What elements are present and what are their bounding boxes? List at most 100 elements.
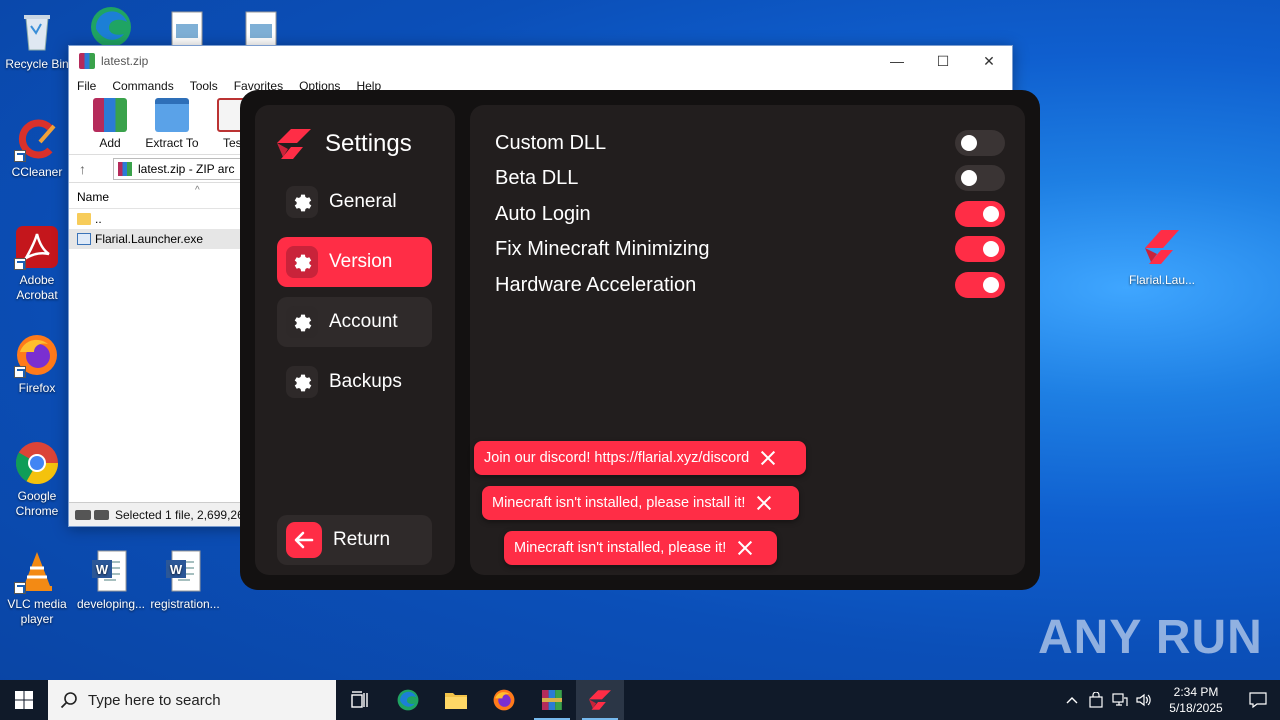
file-name: .. bbox=[95, 212, 102, 226]
extract-to-button[interactable]: Extract To bbox=[145, 98, 199, 150]
sidebar-item-version[interactable]: Version bbox=[277, 237, 432, 287]
sidebar-item-backups[interactable]: Backups bbox=[277, 357, 432, 407]
close-icon[interactable]: ✕ bbox=[966, 46, 1012, 76]
window-title: latest.zip bbox=[101, 54, 149, 68]
close-icon[interactable] bbox=[759, 449, 777, 467]
sort-caret-icon: ^ bbox=[195, 185, 200, 196]
drive-icon bbox=[75, 509, 109, 520]
taskbar: Type here to search 2:34 PM 5/18/2025 bbox=[0, 680, 1280, 720]
desktop-icon-recycle-bin[interactable]: Recycle Bin bbox=[0, 8, 74, 72]
toast-notification: Join our discord! https://flarial.xyz/di… bbox=[474, 441, 806, 475]
taskbar-search-box[interactable]: Type here to search bbox=[48, 680, 336, 720]
gear-icon bbox=[286, 306, 318, 338]
flarial-launcher-window: Settings General Version Account Backups… bbox=[240, 90, 1040, 590]
toast-notification: Minecraft isn't installed, please it! bbox=[504, 531, 777, 565]
edge-icon bbox=[88, 4, 134, 50]
winrar-app-icon bbox=[79, 53, 95, 69]
arrow-left-icon bbox=[286, 522, 322, 558]
sidebar-item-general[interactable]: General bbox=[277, 177, 432, 227]
hardware-acceleration-toggle[interactable] bbox=[955, 272, 1005, 298]
desktop-icon-word-doc-1[interactable]: W developing... bbox=[74, 548, 148, 612]
taskbar-firefox[interactable] bbox=[480, 680, 528, 720]
gear-icon bbox=[286, 366, 318, 398]
start-button[interactable] bbox=[0, 680, 48, 720]
vlc-icon bbox=[14, 548, 60, 594]
return-label: Return bbox=[333, 529, 391, 550]
folder-icon bbox=[77, 213, 91, 225]
notification-icon[interactable] bbox=[1236, 692, 1280, 708]
winrar-titlebar[interactable]: latest.zip — ☐ ✕ bbox=[69, 46, 1012, 76]
auto-login-toggle[interactable] bbox=[955, 201, 1005, 227]
sidebar: Settings General Version Account Backups… bbox=[255, 105, 455, 575]
minimize-icon[interactable]: — bbox=[874, 46, 920, 76]
desktop-icon-label: Recycle Bin bbox=[5, 57, 69, 71]
ccleaner-icon bbox=[14, 116, 60, 162]
sidebar-item-label: Backups bbox=[329, 371, 402, 392]
sidebar-item-account[interactable]: Account bbox=[277, 297, 432, 347]
flarial-logo-icon bbox=[589, 690, 611, 710]
maximize-icon[interactable]: ☐ bbox=[920, 46, 966, 76]
close-icon[interactable] bbox=[755, 494, 773, 512]
custom-dll-toggle[interactable] bbox=[955, 130, 1005, 156]
network-icon[interactable] bbox=[1108, 693, 1132, 707]
clock-date: 5/18/2025 bbox=[1169, 701, 1223, 715]
shortcut-arrow-icon bbox=[14, 582, 26, 594]
toast-message: Minecraft isn't installed, please it! bbox=[514, 540, 727, 556]
fix-minimizing-toggle[interactable] bbox=[955, 236, 1005, 262]
setting-row-hardware-acceleration: Hardware Acceleration bbox=[495, 272, 1005, 298]
setting-label: Fix Minecraft Minimizing bbox=[495, 237, 710, 260]
setting-label: Auto Login bbox=[495, 202, 591, 225]
desktop-icon-flarial-launcher[interactable]: Flarial.Lau... bbox=[1124, 224, 1200, 288]
add-button[interactable]: Add bbox=[83, 98, 137, 150]
extract-label: Extract To bbox=[145, 136, 199, 150]
folder-icon bbox=[445, 693, 467, 709]
setting-row-custom-dll: Custom DLL bbox=[495, 130, 1005, 156]
volume-icon[interactable] bbox=[1132, 693, 1156, 707]
menu-file[interactable]: File bbox=[77, 79, 96, 93]
edge-icon bbox=[397, 689, 419, 711]
desktop-icon-chrome[interactable]: Google Chrome bbox=[0, 440, 74, 519]
search-placeholder: Type here to search bbox=[88, 691, 221, 709]
word-document-icon: W bbox=[162, 548, 208, 594]
word-document-icon: W bbox=[88, 548, 134, 594]
taskbar-edge[interactable] bbox=[384, 680, 432, 720]
desktop-icon-ccleaner[interactable]: CCleaner bbox=[0, 116, 74, 180]
menu-commands[interactable]: Commands bbox=[112, 79, 173, 93]
extract-folder-icon bbox=[155, 98, 189, 132]
taskbar-winrar[interactable] bbox=[528, 680, 576, 720]
firefox-icon bbox=[14, 332, 60, 378]
up-arrow-icon[interactable]: ↑ bbox=[79, 161, 101, 177]
setting-row-beta-dll: Beta DLL bbox=[495, 165, 1005, 191]
beta-dll-toggle[interactable] bbox=[955, 165, 1005, 191]
desktop-icon-word-doc-2[interactable]: W registration... bbox=[148, 548, 222, 612]
winrar-icon bbox=[542, 690, 562, 710]
svg-text:W: W bbox=[170, 562, 183, 577]
status-text: Selected 1 file, 2,699,264 bbox=[115, 507, 251, 522]
toast-message: Minecraft isn't installed, please instal… bbox=[492, 495, 746, 511]
desktop-icon-vlc[interactable]: VLC media player bbox=[0, 548, 74, 627]
flarial-logo-icon bbox=[277, 129, 311, 159]
taskbar-clock[interactable]: 2:34 PM 5/18/2025 bbox=[1156, 684, 1236, 716]
security-icon[interactable] bbox=[1084, 692, 1108, 708]
sidebar-item-label: Account bbox=[329, 311, 398, 332]
taskbar-file-explorer[interactable] bbox=[432, 680, 480, 720]
sidebar-item-label: Version bbox=[329, 251, 393, 272]
setting-label: Custom DLL bbox=[495, 131, 607, 154]
desktop-icon-label: Flarial.Lau... bbox=[1128, 273, 1196, 287]
desktop-icon-label: Google Chrome bbox=[15, 489, 59, 518]
address-field[interactable]: latest.zip - ZIP arc bbox=[113, 157, 253, 180]
return-button[interactable]: Return bbox=[277, 515, 432, 565]
desktop-icon-label: Adobe Acrobat bbox=[16, 273, 58, 302]
gear-icon bbox=[286, 246, 318, 278]
close-icon[interactable] bbox=[736, 539, 754, 557]
desktop-icon-label: VLC media player bbox=[7, 597, 67, 626]
desktop-icon-firefox[interactable]: Firefox bbox=[0, 332, 74, 396]
svg-text:W: W bbox=[96, 562, 109, 577]
taskbar-flarial-launcher[interactable] bbox=[576, 680, 624, 720]
task-view-button[interactable] bbox=[336, 680, 384, 720]
chevron-up-icon[interactable] bbox=[1060, 696, 1084, 704]
archive-icon bbox=[118, 161, 132, 176]
menu-tools[interactable]: Tools bbox=[190, 79, 218, 93]
desktop-icon-adobe-acrobat[interactable]: Adobe Acrobat bbox=[0, 224, 74, 303]
task-view-icon bbox=[351, 691, 368, 708]
